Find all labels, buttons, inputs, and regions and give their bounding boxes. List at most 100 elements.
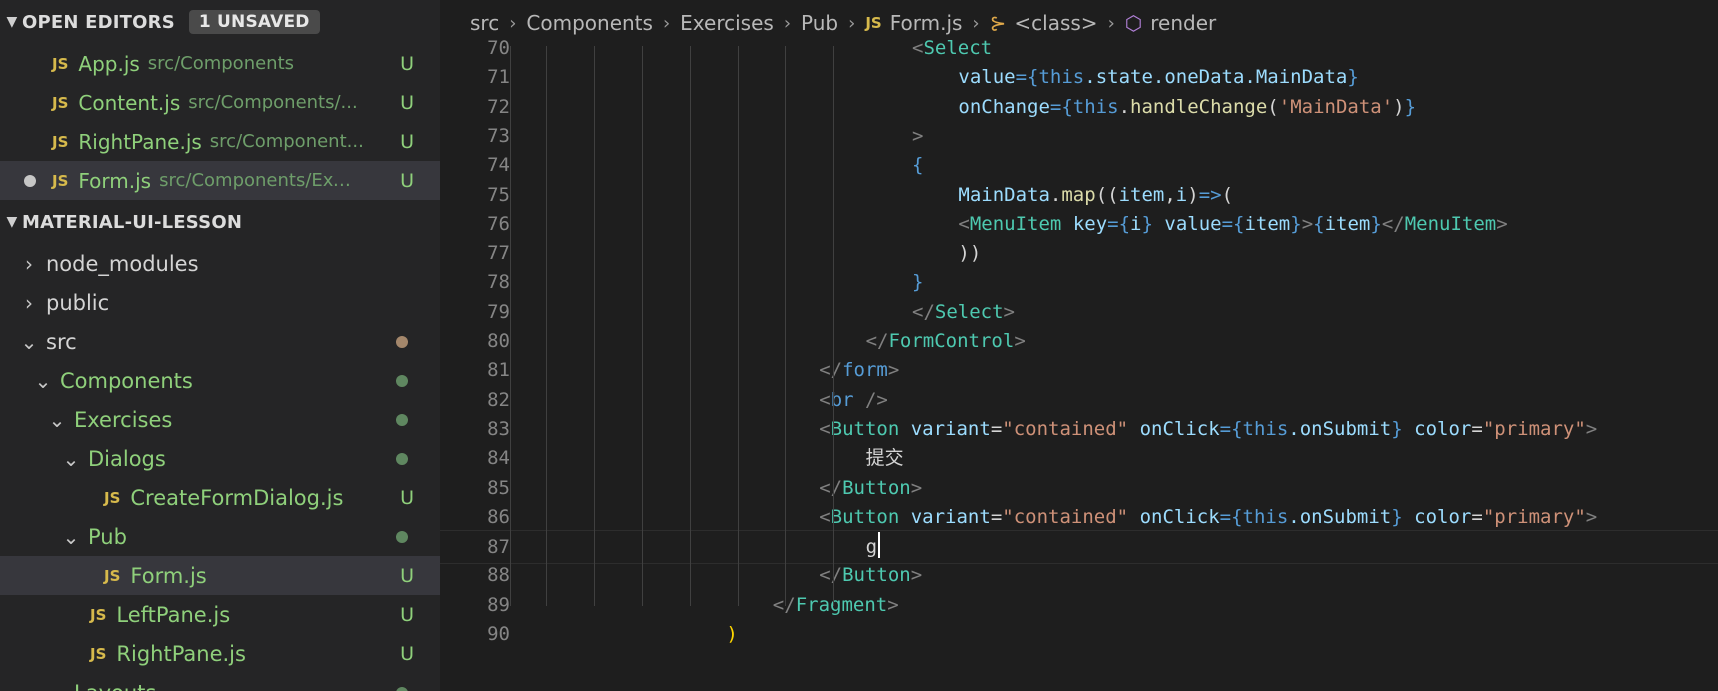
tree-file[interactable]: JS LeftPane.js U xyxy=(0,595,440,634)
js-file-icon: JS xyxy=(104,488,121,507)
code-token: this xyxy=(1242,417,1289,440)
code-token: i xyxy=(1130,212,1142,235)
code-token: > xyxy=(1496,212,1508,235)
code-token: </ xyxy=(819,359,843,382)
code-token: } xyxy=(1404,95,1417,118)
open-editor-item[interactable]: JS Content.js src/Components/... U xyxy=(0,83,440,122)
code-token: } xyxy=(1347,66,1359,89)
code-token: MenuItem xyxy=(1404,212,1497,235)
chevron-down-icon[interactable]: ▼ xyxy=(2,214,22,230)
code-token: </ xyxy=(912,300,935,323)
tree-file[interactable]: JS RightPane.js U xyxy=(0,634,440,673)
unsaved-dot-icon xyxy=(24,174,36,187)
code-token: ) xyxy=(1393,95,1405,118)
code-text: value={this.state.oneData.MainData} xyxy=(958,61,1358,93)
tree-folder[interactable]: ⌄ Pub xyxy=(0,517,440,556)
code-text: </FormControl> xyxy=(866,325,1026,357)
chevron-down-icon[interactable]: ⌄ xyxy=(32,369,54,393)
tree-folder[interactable]: ⌄ Layouts xyxy=(0,673,440,691)
chevron-right-icon: › xyxy=(1107,12,1115,34)
code-token: = xyxy=(990,417,1003,440)
open-editors-list: JS App.js src/Components U JS Content.js src/C… xyxy=(0,44,440,200)
git-status-badge: U xyxy=(400,642,414,665)
code-token: br xyxy=(830,388,854,411)
line-number: 75 xyxy=(487,183,510,206)
js-file-icon: JS xyxy=(52,93,69,112)
tree-folder[interactable]: ⌄ Exercises xyxy=(0,400,440,439)
code-line: 80 </FormControl> xyxy=(440,325,1718,357)
code-text: <MenuItem key={i} value={item}>{item}</M… xyxy=(958,208,1507,240)
tree-folder[interactable]: ⌄ Components xyxy=(0,361,440,400)
chevron-down-icon[interactable]: ⌄ xyxy=(60,525,82,549)
line-number: 81 xyxy=(487,359,510,382)
code-token: (( xyxy=(1095,183,1119,206)
tree-folder-label: src xyxy=(46,329,77,354)
code-text: </form> xyxy=(819,354,899,386)
code-text: <br /> xyxy=(819,384,888,416)
chevron-right-icon[interactable]: › xyxy=(18,291,40,315)
open-editor-path: src/Component... xyxy=(209,131,364,152)
code-token: </ xyxy=(1381,212,1405,235)
code-text: g xyxy=(866,531,877,563)
open-editor-item[interactable]: JS App.js src/Components U xyxy=(0,44,440,83)
code-line: 70 <Select xyxy=(440,32,1718,64)
code-token: } xyxy=(1141,212,1153,235)
line-number: 90 xyxy=(487,623,510,645)
code-token: i xyxy=(1175,183,1188,206)
code-token: onClick xyxy=(1139,505,1220,528)
chevron-right-icon[interactable]: › xyxy=(18,252,40,276)
tree-folder[interactable]: › public xyxy=(0,283,440,322)
code-token: "contained" xyxy=(1002,505,1129,528)
code-token: Button xyxy=(830,505,900,528)
line-number: 89 xyxy=(487,593,510,616)
code-token: > xyxy=(1301,212,1314,235)
git-modified-dot-icon xyxy=(396,530,408,543)
chevron-down-icon[interactable]: ⌄ xyxy=(46,408,68,432)
code-area[interactable]: 70 <Select 71 value={this.state.oneData.Mai… xyxy=(440,37,1718,691)
tree-file[interactable]: JS Form.js U xyxy=(0,556,440,595)
code-token: 'MainData' xyxy=(1278,95,1394,118)
tree-folder-label: node_modules xyxy=(46,251,199,276)
open-editor-item[interactable]: JS RightPane.js src/Component... U xyxy=(0,122,440,161)
chevron-down-icon[interactable]: ⌄ xyxy=(60,447,82,471)
code-token: /> xyxy=(853,388,888,411)
indent-guide xyxy=(594,46,595,606)
code-token: item xyxy=(1118,183,1165,206)
tree-file[interactable]: JS CreateFormDialog.js U xyxy=(0,478,440,517)
chevron-right-icon: › xyxy=(662,12,671,34)
code-line: 75 MainData.map((item,i)=>( xyxy=(440,179,1718,211)
git-status-badge: U xyxy=(400,486,414,509)
code-token: key xyxy=(1072,212,1108,235)
code-text: > xyxy=(912,120,923,152)
open-editor-item[interactable]: JS Form.js src/Components/Exe... U xyxy=(0,161,440,200)
code-token: "contained" xyxy=(1002,417,1129,440)
code-token: .onSubmit xyxy=(1288,505,1392,528)
code-token: value xyxy=(958,66,1016,89)
code-token: = xyxy=(1471,417,1483,440)
indent-guide xyxy=(738,46,739,606)
code-token: ={ xyxy=(1219,505,1243,528)
git-status-badge: U xyxy=(400,169,414,192)
tree-folder[interactable]: ⌄ Dialogs xyxy=(0,439,440,478)
open-editors-header[interactable]: ▼ OPEN EDITORS 1 UNSAVED xyxy=(0,0,440,44)
code-token: "primary" xyxy=(1482,417,1586,440)
code-token: MenuItem xyxy=(969,212,1062,235)
line-number: 82 xyxy=(487,388,510,411)
code-token: map xyxy=(1061,183,1096,206)
line-number: 77 xyxy=(487,242,510,265)
line-number: 76 xyxy=(487,212,510,235)
indent-guide xyxy=(510,46,511,606)
line-number: 71 xyxy=(487,66,510,89)
tree-file-label: Form.js xyxy=(130,563,207,588)
code-token: Fragment xyxy=(795,593,888,616)
tree-folder[interactable]: › node_modules xyxy=(0,244,440,283)
chevron-down-icon[interactable]: ⌄ xyxy=(18,330,40,354)
code-token: ( xyxy=(1267,95,1279,118)
tree-folder[interactable]: ⌄ src xyxy=(0,322,440,361)
chevron-down-icon[interactable]: ⌄ xyxy=(46,681,68,691)
chevron-down-icon[interactable]: ▼ xyxy=(2,14,22,30)
workspace-header[interactable]: ▼ MATERIAL-UI-LESSON xyxy=(0,200,440,244)
line-number: 85 xyxy=(487,476,510,499)
code-token: </ xyxy=(865,330,889,352)
